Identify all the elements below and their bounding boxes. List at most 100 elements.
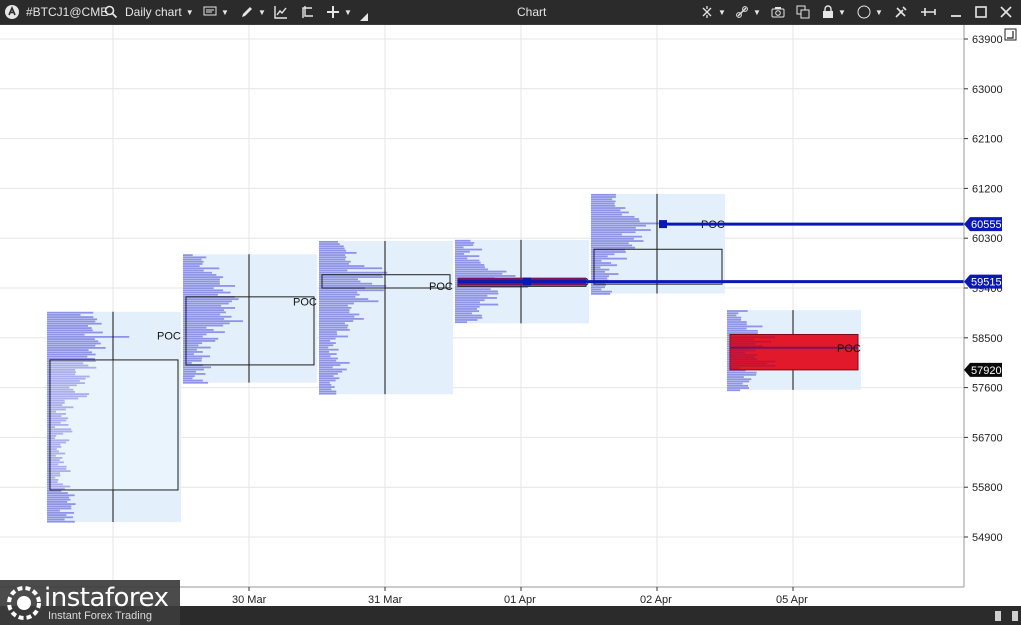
profile-bar: [727, 387, 750, 389]
chart-type-dropdown[interactable]: Daily chart ▼: [125, 0, 194, 24]
circle-icon[interactable]: ▼: [857, 0, 883, 24]
profile-bar: [455, 266, 485, 269]
search-icon[interactable]: [104, 0, 118, 24]
camera-icon[interactable]: [771, 0, 785, 24]
profile-bar: [319, 251, 357, 254]
profile-bar: [47, 520, 75, 523]
profile-bar: [455, 292, 499, 295]
resize-corner-icon: [360, 12, 368, 22]
profile-bar: [319, 320, 354, 322]
profiles-layer: POCPOCPOCPOCPOCPOC: [47, 193, 861, 523]
link-icon[interactable]: ▼: [735, 0, 761, 24]
profile-bar: [727, 325, 763, 328]
profile-bar: [319, 361, 350, 364]
maximize-icon[interactable]: [975, 0, 987, 24]
profile-bar: [183, 362, 192, 364]
profile-bar: [183, 373, 206, 375]
profile-bar: [591, 264, 618, 267]
profile-bar: [455, 275, 516, 277]
profile-bar: [183, 293, 218, 296]
profile-bar: [47, 518, 65, 521]
profile-day-4: POC: [591, 193, 725, 295]
window-title: Chart: [517, 5, 547, 19]
market-profile-chart[interactable]: POCPOCPOCPOCPOCPOC 639006300062100612006…: [0, 25, 1021, 607]
price-axis[interactable]: 6390063000621006120060300594005850057600…: [964, 34, 1003, 544]
profile-bar: [591, 213, 622, 216]
profile-bar: [319, 375, 334, 377]
profile-bar: [455, 297, 497, 299]
scroll-handle[interactable]: [995, 611, 1001, 621]
profile-bar: [591, 202, 615, 205]
profile-bar: [319, 333, 338, 336]
profile-bar: [455, 294, 488, 297]
profile-bar: [727, 373, 757, 376]
object-icon[interactable]: [300, 0, 314, 24]
profile-bar-current: [730, 356, 755, 358]
profile-bar: [47, 338, 95, 340]
symbol-label[interactable]: #BTCJ1@CME: [26, 0, 108, 24]
collapse-axis-icon[interactable]: [1004, 28, 1017, 41]
profile-bar: [183, 278, 220, 281]
close-icon[interactable]: [1000, 0, 1012, 24]
profile-bar: [319, 269, 348, 272]
profile-bar: [47, 313, 81, 316]
lock-icon[interactable]: ▼: [822, 0, 846, 24]
profile-bar: [183, 315, 232, 318]
profile-bar: [591, 242, 629, 245]
settings-tools-icon[interactable]: [894, 0, 908, 24]
copy-icon[interactable]: [796, 0, 810, 24]
y-tick-label: 61200: [972, 183, 1003, 195]
profile-bar: [591, 229, 651, 231]
template-icon[interactable]: ▼: [203, 0, 229, 24]
profile-bar: [591, 207, 626, 209]
profile-bar: [319, 271, 388, 274]
profile-bar: [319, 245, 344, 248]
profile-bar: [319, 388, 332, 391]
app-logo-icon[interactable]: [4, 0, 20, 24]
profile-bar: [47, 494, 75, 497]
chevron-down-icon: ▼: [185, 7, 194, 17]
profile-bar: [455, 312, 472, 315]
poc-label: POC: [157, 331, 181, 343]
add-icon[interactable]: ▼: [326, 0, 352, 24]
watermark-logo: instaforex Instant Forex Trading: [0, 580, 180, 625]
profile-bar-current: [730, 351, 745, 354]
profile-bar: [455, 290, 498, 293]
pin-icon[interactable]: [920, 0, 936, 24]
profile-day-5: POC: [727, 310, 861, 392]
profile-bar: [591, 235, 642, 238]
crosshair-icon[interactable]: ▼: [700, 0, 726, 24]
scroll-handle-end[interactable]: [1012, 611, 1018, 621]
profile-bar: [319, 315, 355, 318]
profile-bar: [591, 246, 636, 249]
profile-bar-current: [730, 343, 755, 345]
profile-bar: [319, 317, 364, 320]
profile-bar: [455, 268, 489, 271]
draw-pencil-icon[interactable]: ▼: [240, 0, 266, 24]
profile-day-1: POC: [183, 254, 317, 384]
profile-bar-current: [730, 362, 768, 365]
chart-window: #BTCJ1@CME Daily chart ▼ ▼ ▼ ▼ Chart ▼ ▼…: [0, 0, 1021, 625]
profile-bar: [319, 284, 387, 287]
time-axis[interactable]: 30 Mar 31 Mar 01 Apr 02 Apr 05 Apr: [232, 587, 808, 606]
profile-bar: [727, 382, 743, 385]
profile-bar: [591, 209, 621, 212]
indicator-icon[interactable]: [274, 0, 288, 24]
profile-bar: [727, 378, 752, 381]
profile-bar: [591, 266, 601, 269]
profile-bar: [319, 313, 360, 316]
y-tick-label: 57600: [972, 383, 1003, 395]
profile-bar: [591, 237, 634, 240]
profile-bar: [319, 348, 339, 351]
profile-bar: [455, 259, 480, 262]
profile-bar: [455, 257, 468, 260]
chart-area[interactable]: POCPOCPOCPOCPOCPOC 639006300062100612006…: [0, 24, 1021, 606]
profile-bar: [47, 503, 76, 505]
profile-bar: [183, 340, 216, 342]
profile-bar: [183, 307, 236, 309]
profile-bar: [183, 348, 197, 351]
profile-bar: [727, 329, 758, 332]
minimize-icon[interactable]: [950, 0, 962, 24]
profile-bar: [319, 386, 335, 388]
profile-bar: [727, 332, 758, 334]
